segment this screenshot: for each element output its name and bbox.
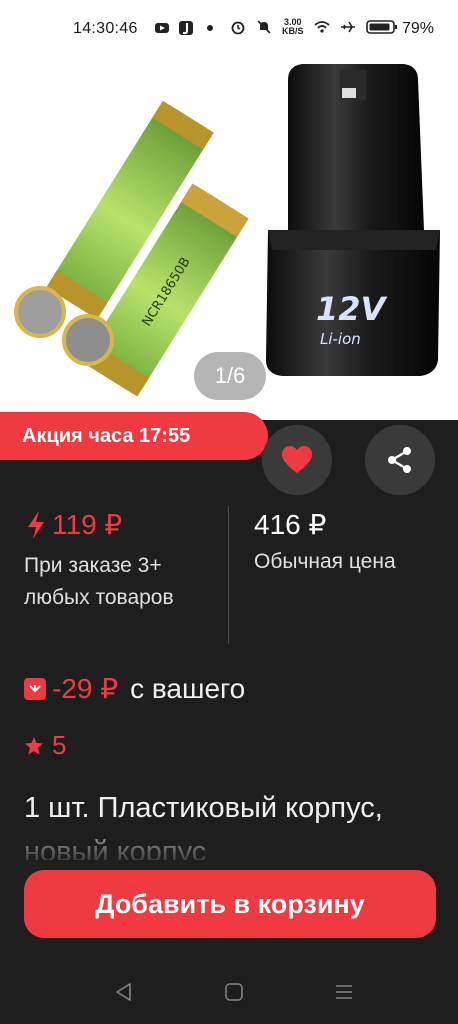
add-to-cart-button[interactable]: Добавить в корзину (24, 870, 436, 938)
airplane-icon (340, 21, 355, 33)
battery-icon (365, 20, 397, 34)
price-divider (228, 506, 229, 644)
mute-icon (257, 20, 271, 34)
title-fade-overlay (0, 840, 458, 870)
youtube-icon (155, 23, 169, 33)
nav-menu-icon[interactable] (332, 980, 356, 1004)
svg-text:12V: 12V (316, 290, 388, 328)
nav-back-icon[interactable] (112, 980, 136, 1004)
network-speed: 3.00 KB/S (282, 17, 304, 36)
lightning-icon (28, 510, 44, 539)
heart-icon (282, 446, 312, 473)
bulk-price-caption: При заказе 3+ любых товаров (24, 554, 174, 609)
regular-price-caption: Обычная цена (254, 550, 396, 573)
status-time: 14:30:46 (73, 20, 138, 37)
image-counter: 1/6 (194, 352, 266, 400)
promo-timer-banner: Акция часа 17:55 (0, 412, 268, 460)
status-bar: 14:30:46 3.00 KB/S 79% (0, 0, 458, 60)
share-button[interactable] (365, 425, 435, 495)
system-nav-bar (0, 960, 458, 1024)
share-icon (388, 447, 411, 473)
alarm-icon (231, 21, 245, 35)
discount-text: с вашего (130, 672, 246, 704)
arrow-left-icon (26, 78, 54, 102)
discount-value: -29 ₽ (52, 673, 119, 704)
discount-badge-icon (24, 677, 46, 700)
price-block: 119 ₽ При заказе 3+ любых товаров 416 ₽ … (0, 500, 458, 650)
product-image-gallery[interactable]: NCR18650B 12V Li-ion 1/6 (0, 0, 458, 420)
rating-row[interactable]: 5 (24, 730, 66, 761)
battery-percentage: 79% (401, 20, 434, 37)
nav-home-icon[interactable] (222, 980, 246, 1004)
app-notification-icon (179, 21, 193, 35)
discount-row[interactable]: -29 ₽ с вашего (24, 672, 245, 705)
rating-value: 5 (52, 730, 67, 760)
dot-icon (207, 25, 213, 31)
regular-price: 416 ₽ (254, 509, 327, 540)
star-icon (25, 736, 43, 754)
back-button[interactable] (22, 72, 58, 108)
svg-text:Li-ion: Li-ion (320, 330, 361, 348)
wifi-icon (313, 21, 330, 33)
bulk-price: 119 ₽ (26, 508, 122, 541)
favorite-button[interactable] (262, 425, 332, 495)
